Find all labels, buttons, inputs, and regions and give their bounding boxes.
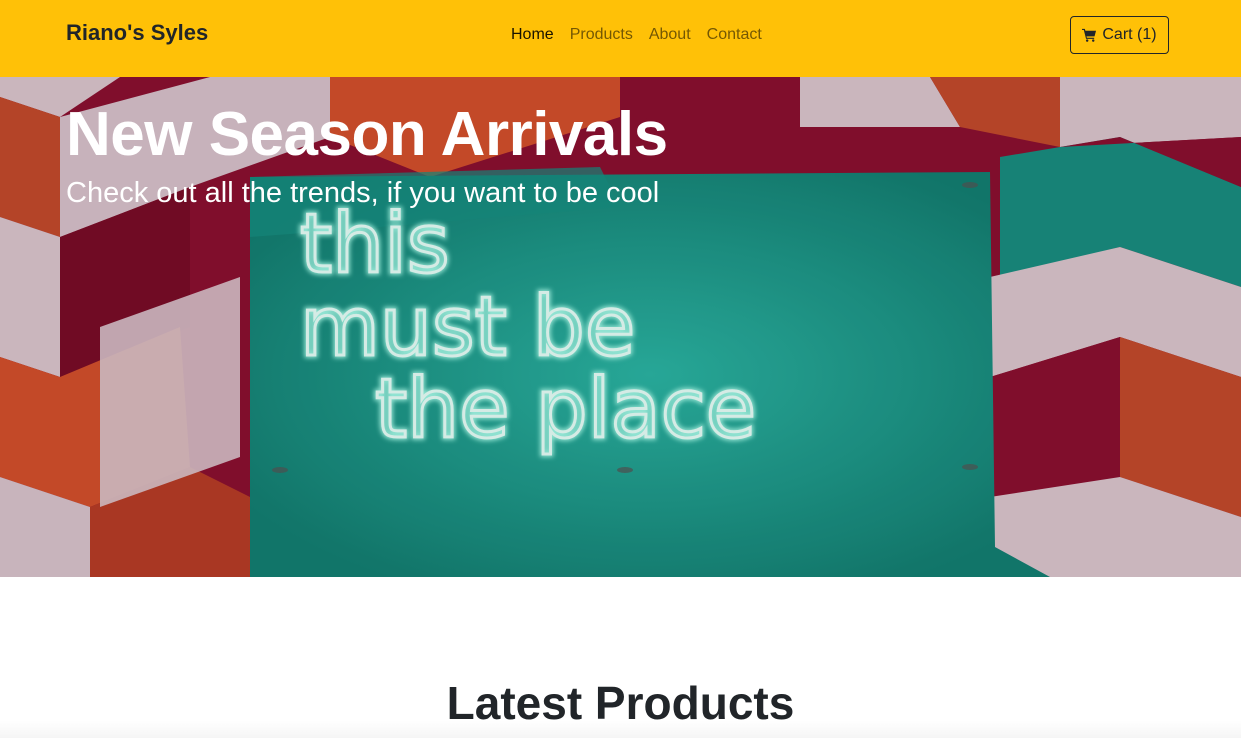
brand-logo[interactable]: Riano's Syles xyxy=(66,20,208,46)
nav-link-contact[interactable]: Contact xyxy=(707,26,762,43)
hero-banner: this this must be must be the place the … xyxy=(0,77,1241,577)
shopping-cart-icon xyxy=(1082,28,1097,42)
nav-link-home[interactable]: Home xyxy=(511,26,554,43)
cart-button[interactable]: Cart (1) xyxy=(1070,16,1169,54)
hero-subtitle: Check out all the trends, if you want to… xyxy=(66,177,660,209)
nav-link-products[interactable]: Products xyxy=(570,26,633,43)
nav-link-about[interactable]: About xyxy=(649,26,691,43)
nav-links: Home Products About Contact xyxy=(511,25,762,45)
navbar: Riano's Syles Home Products About Contac… xyxy=(0,0,1241,77)
hero-title: New Season Arrivals xyxy=(66,100,668,169)
cart-label: Cart (1) xyxy=(1102,26,1157,43)
section-divider xyxy=(0,720,1241,738)
